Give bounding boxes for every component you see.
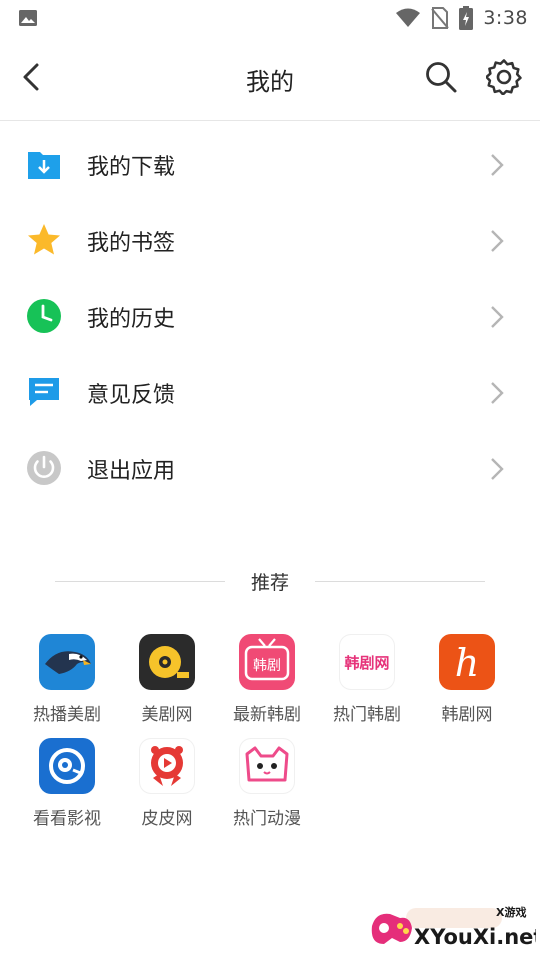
h-letter-badge: h [455, 641, 479, 685]
app-item[interactable]: h 韩剧网 [417, 634, 517, 725]
menu-item-feedback[interactable]: 意见反馈 [0, 354, 540, 430]
history-clock-icon [27, 299, 61, 333]
app-item[interactable]: 热门动漫 [217, 738, 317, 829]
menu-item-bookmarks[interactable]: 我的书签 [0, 202, 540, 278]
chevron-right-icon [491, 230, 504, 252]
divider-line [315, 581, 485, 582]
app-item[interactable]: 皮皮网 [117, 738, 217, 829]
app-label: 美剧网 [141, 705, 193, 725]
text-logo-app-icon: 韩剧网 [339, 634, 395, 690]
tv-app-icon: 韩剧 [239, 634, 295, 690]
app-label: 热门韩剧 [333, 705, 401, 725]
app-item[interactable]: 韩剧网 热门韩剧 [317, 634, 417, 725]
app-label: 韩剧网 [441, 705, 493, 725]
status-bar: 3:38 [0, 0, 540, 36]
feedback-chat-icon [29, 378, 59, 406]
play-mascot-app-icon [139, 738, 195, 794]
app-label: 热播美剧 [33, 705, 101, 725]
no-sim-icon [431, 7, 450, 29]
menu-list: 我的下载 我的书签 我的历史 意见反馈 退出应用 [0, 126, 540, 506]
app-item[interactable]: 韩剧 最新韩剧 [217, 634, 317, 725]
eye-app-icon [39, 738, 95, 794]
image-notification-icon [19, 10, 37, 26]
text-logo-badge: 韩剧网 [344, 654, 389, 672]
cat-face-app-icon [239, 738, 295, 794]
menu-item-label: 我的下载 [87, 155, 176, 180]
eagle-app-icon [39, 634, 95, 690]
app-item[interactable]: 美剧网 [117, 634, 217, 725]
menu-item-label: 我的历史 [87, 307, 176, 332]
wifi-icon [396, 8, 421, 27]
menu-item-history[interactable]: 我的历史 [0, 278, 540, 354]
star-icon [28, 224, 60, 255]
back-arrow-icon[interactable] [18, 62, 48, 92]
app-label: 皮皮网 [141, 809, 193, 829]
app-item[interactable]: 看看影视 [17, 738, 117, 829]
menu-item-exit[interactable]: 退出应用 [0, 430, 540, 506]
recommend-section-header: 推荐 [0, 568, 540, 594]
watermark-logo: XYouXi.net X游戏 [371, 905, 536, 949]
app-label: 看看影视 [33, 809, 101, 829]
chevron-right-icon [491, 458, 504, 480]
film-reel-app-icon [139, 634, 195, 690]
chevron-right-icon [491, 154, 504, 176]
menu-item-label: 意见反馈 [87, 383, 176, 408]
tv-app-badge: 韩剧 [253, 658, 281, 674]
chevron-right-icon [491, 306, 504, 328]
chevron-right-icon [491, 382, 504, 404]
app-item[interactable]: 热播美剧 [17, 634, 117, 725]
battery-charging-icon [459, 6, 474, 30]
page-title: 我的 [246, 68, 294, 96]
power-icon [27, 451, 61, 485]
top-app-bar: 我的 [0, 36, 540, 121]
app-label: 最新韩剧 [233, 705, 301, 725]
download-folder-icon [28, 152, 60, 179]
watermark-tag: X游戏 [496, 905, 526, 919]
watermark-brand: XYouXi.net [414, 925, 536, 949]
menu-item-label: 我的书签 [87, 231, 176, 256]
h-letter-app-icon: h [439, 634, 495, 690]
app-label: 热门动漫 [233, 809, 301, 829]
status-time: 3:38 [483, 7, 528, 29]
menu-item-label: 退出应用 [87, 459, 176, 484]
search-icon[interactable] [424, 60, 458, 94]
gear-icon[interactable] [486, 59, 522, 95]
menu-item-downloads[interactable]: 我的下载 [0, 126, 540, 202]
